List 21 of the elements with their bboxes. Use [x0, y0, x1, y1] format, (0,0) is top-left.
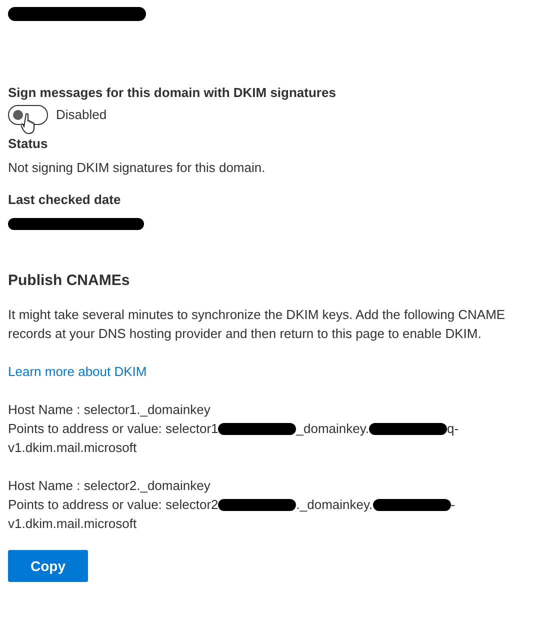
record-value-text: q- — [447, 420, 459, 438]
host-name-text: Host Name : selector1._domainkey — [8, 401, 210, 419]
copy-button[interactable]: Copy — [8, 550, 88, 582]
description-text: It might take several minutes to synchronize the DKIM keys. Add the following CNAME records at your DNS hosting provider and then return to this page to enable DKIM. — [8, 306, 506, 343]
record-value-text: ._domainkey. — [296, 496, 373, 514]
record-value-text: v1.dkim.mail.microsoft — [8, 439, 137, 457]
record-value-text: _domainkey. — [296, 420, 370, 438]
record-value-text: Points to address or value: selector2 — [8, 496, 218, 514]
host-name-text: Host Name : selector2._domainkey — [8, 477, 210, 495]
hand-cursor-icon — [21, 113, 37, 135]
record-value-text: Points to address or value: selector1 — [8, 420, 218, 438]
record-value-text: v1.dkim.mail.microsoft — [8, 515, 137, 533]
toggle-label: Sign messages for this domain with DKIM signatures — [8, 84, 337, 102]
record-value-text: - — [450, 496, 455, 514]
last-checked-label: Last checked date — [8, 191, 122, 209]
learn-more-link[interactable]: Learn more about DKIM — [8, 362, 147, 381]
status-label: Status — [8, 135, 49, 153]
toggle-switch[interactable] — [8, 105, 48, 125]
toggle-state: Disabled — [56, 106, 107, 124]
status-value: Not signing DKIM signatures for this domain. — [8, 159, 266, 177]
section-title: Publish CNAMEs — [8, 271, 131, 291]
